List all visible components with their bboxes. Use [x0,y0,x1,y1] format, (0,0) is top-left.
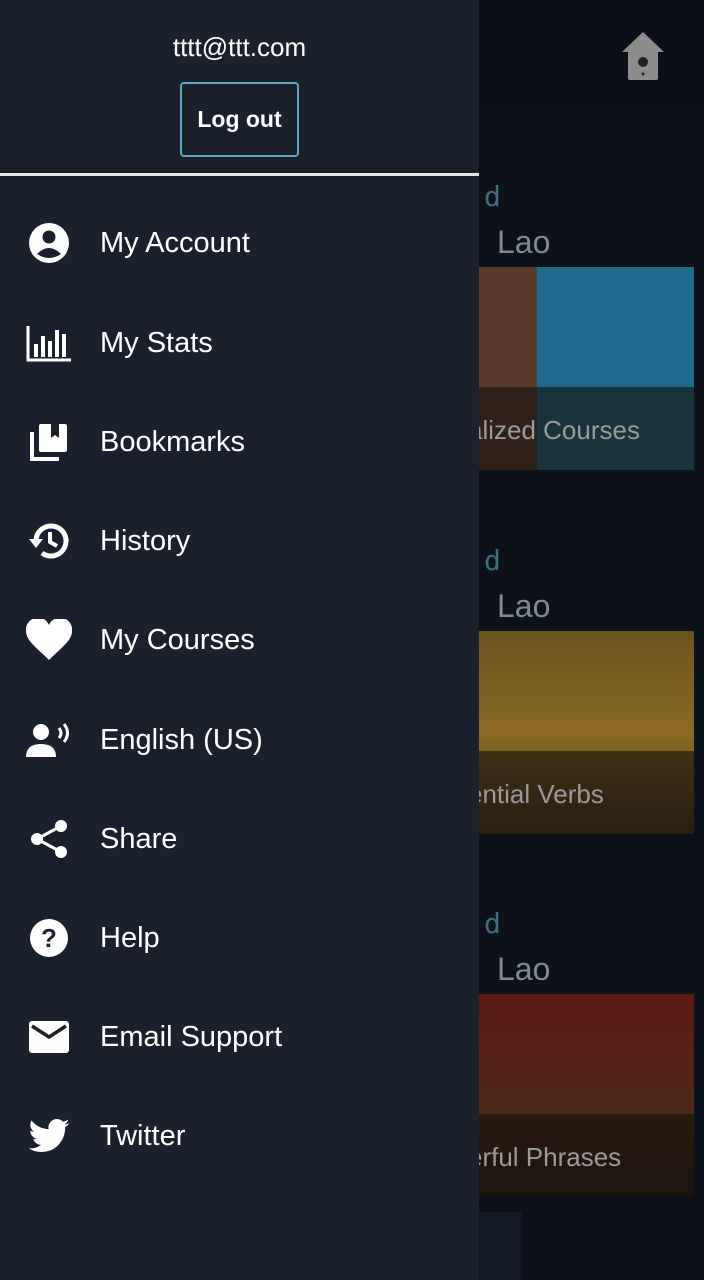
menu-item-email-support[interactable]: Email Support [0,992,479,1082]
card-language: Lao [497,951,551,987]
menu-item-share[interactable]: Share [0,794,479,884]
divider [0,173,479,176]
navigation-drawer: tttt@ttt.com Log out My Account My Stats… [0,0,479,1280]
course-card[interactable]: d Lao erful Phrases [470,849,694,1197]
menu-item-label: My Stats [100,326,213,359]
menu-item-bookmarks[interactable]: Bookmarks [0,397,479,487]
share-icon [26,816,72,862]
menu-item-label: Email Support [100,1020,283,1053]
bookmarks-icon [26,419,72,465]
card-image: ential Verbs [470,631,694,834]
svg-text:?: ? [41,923,57,953]
menu-item-label: Help [100,921,160,954]
menu-item-my-stats[interactable]: My Stats [0,298,479,388]
menu-item-label: Twitter [100,1119,186,1152]
menu-item-label: My Account [100,226,250,259]
bar-chart-icon [26,320,72,366]
menu-item-language[interactable]: English (US) [0,695,479,785]
twitter-icon [26,1113,72,1159]
card-language: Lao [497,588,551,624]
card-tag: d [484,907,501,940]
home-icon[interactable] [620,30,666,82]
card-image: erful Phrases [470,994,694,1197]
menu-item-label: Bookmarks [100,425,246,458]
account-circle-icon [26,220,72,266]
heart-icon [26,617,72,663]
card-language: Lao [497,224,551,260]
email-icon [26,1014,72,1060]
card-caption: alized Courses [470,415,640,445]
course-card[interactable]: d Lao alized Courses [470,122,694,470]
logout-button[interactable]: Log out [180,82,299,157]
card-tag: d [484,180,501,213]
menu-item-label: Share [100,822,178,855]
menu-item-twitter[interactable]: Twitter [0,1091,479,1181]
card-caption: ential Verbs [470,779,604,809]
user-email: tttt@ttt.com [172,32,307,62]
menu-item-label: English (US) [100,723,263,756]
menu-item-history[interactable]: History [0,496,479,586]
history-icon [26,518,72,564]
help-icon: ? [26,915,72,961]
card-image: alized Courses [470,267,694,470]
menu-item-my-account[interactable]: My Account [0,198,479,288]
card-tag: d [484,544,501,577]
menu-item-help[interactable]: ? Help [0,893,479,983]
menu-item-label: History [100,524,191,557]
voice-icon [26,717,72,763]
course-card[interactable]: d Lao ential Verbs [470,486,694,834]
menu-item-label: My Courses [100,623,255,656]
menu-item-my-courses[interactable]: My Courses [0,595,479,685]
card-caption: erful Phrases [470,1142,622,1172]
